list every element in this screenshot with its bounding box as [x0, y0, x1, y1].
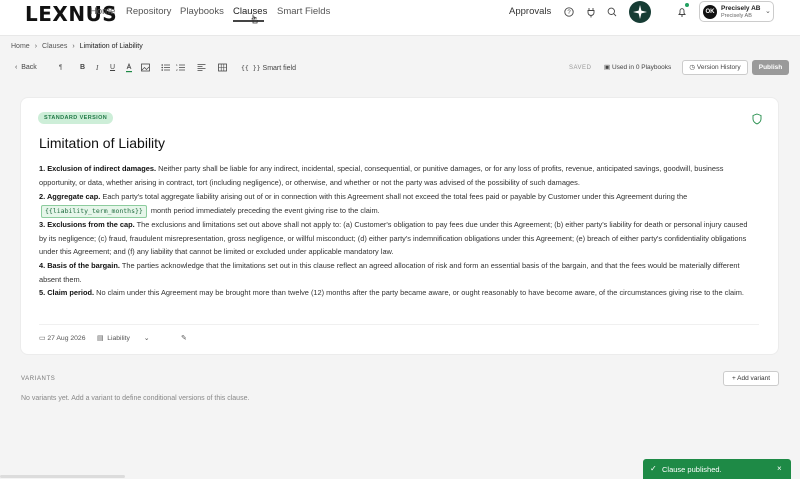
- section-text: Each party's total aggregate liability a…: [100, 192, 688, 202]
- org-name: Precisely AB: [721, 5, 761, 12]
- hand-cursor-icon: [251, 14, 258, 24]
- section-heading: 3. Exclusions from the cap.: [39, 219, 135, 229]
- check-icon: ✓: [650, 464, 657, 473]
- add-variant-button[interactable]: + Add variant: [723, 371, 779, 386]
- calendar-icon: ▭: [39, 335, 46, 342]
- italic-icon[interactable]: I: [96, 63, 98, 73]
- section-heading: 5. Claim period.: [39, 288, 95, 298]
- svg-text:?: ?: [567, 10, 571, 16]
- edit-pencil-icon[interactable]: ✎: [181, 334, 187, 342]
- underline-icon[interactable]: U: [110, 63, 115, 73]
- clause-section: 1. Exclusion of indirect damages. Neithe…: [39, 162, 757, 189]
- table-icon[interactable]: [218, 63, 227, 76]
- chevron-down-icon: ⌄: [143, 335, 150, 342]
- paragraph-style-button[interactable]: ¶: [59, 63, 62, 73]
- close-icon[interactable]: ×: [777, 464, 782, 473]
- clause-date: ▭ 27 Aug 2026: [39, 334, 86, 342]
- nav-playbooks[interactable]: Playbooks: [180, 6, 224, 17]
- section-heading: 1. Exclusion of indirect damages.: [39, 164, 157, 173]
- category-label: Liability: [107, 335, 130, 342]
- plug-icon[interactable]: [585, 6, 597, 18]
- version-history-label: Version History: [696, 64, 741, 71]
- shield-icon[interactable]: [751, 113, 763, 125]
- breadcrumb-home[interactable]: Home: [11, 43, 30, 50]
- section-text: No claim under this Agreement may be bro…: [94, 288, 744, 298]
- section-text: The exclusions and limitations set out a…: [39, 219, 748, 257]
- image-icon[interactable]: [141, 63, 150, 76]
- nav-smart-fields[interactable]: Smart Fields: [277, 6, 330, 17]
- breadcrumb: Home › Clauses › Limitation of Liability: [11, 43, 143, 50]
- publish-button[interactable]: Publish: [752, 60, 789, 75]
- used-in-label: Used in 0 Playbooks: [611, 64, 672, 71]
- sparkle-icon[interactable]: [629, 1, 651, 23]
- tag-icon: ▤: [97, 335, 104, 342]
- svg-text:2: 2: [176, 68, 178, 72]
- editor-toolbar: ‹ Back ¶ B I U 12 {{ }} Smart field SAVE…: [0, 57, 800, 79]
- variants-empty-state: No variants yet. Add a variant to define…: [21, 395, 250, 402]
- clause-section: 2. Aggregate cap. Each party's total agg…: [39, 190, 757, 218]
- saved-status: SAVED: [569, 65, 592, 71]
- clause-section: 4. Basis of the bargain. The parties ack…: [39, 259, 757, 286]
- chevron-right-icon: ›: [34, 43, 38, 50]
- clause-section: 3. Exclusions from the cap. The exclusio…: [39, 218, 757, 259]
- bold-icon[interactable]: B: [80, 63, 85, 73]
- section-heading: 2. Aggregate cap.: [39, 192, 101, 202]
- breadcrumb-current: Limitation of Liability: [79, 43, 143, 50]
- bullet-list-icon[interactable]: [161, 63, 170, 76]
- org-switcher[interactable]: OK Precisely AB Precisely AB ⌄: [699, 1, 774, 22]
- smart-field-label: Smart field: [262, 65, 296, 72]
- bell-icon[interactable]: [676, 6, 688, 18]
- org-sub: Precisely AB: [721, 13, 752, 19]
- numbered-list-icon[interactable]: 12: [176, 63, 185, 76]
- section-text: The parties acknowledge that the limitat…: [39, 260, 740, 284]
- version-badge: STANDARD VERSION: [38, 112, 114, 124]
- nav-approvals[interactable]: Approvals: [509, 6, 551, 17]
- nav-home[interactable]: Home: [90, 6, 115, 17]
- org-avatar: OK: [703, 5, 717, 19]
- smart-field-button[interactable]: {{ }} Smart field: [241, 63, 296, 74]
- section-text: month period immediately preceding the e…: [148, 206, 380, 216]
- braces-icon: {{ }}: [241, 64, 261, 72]
- back-button[interactable]: ‹ Back: [15, 63, 37, 73]
- section-heading: 4. Basis of the bargain.: [39, 260, 120, 270]
- arrow-left-icon: ‹: [15, 64, 18, 71]
- variants-heading: VARIANTS: [21, 376, 56, 382]
- chevron-right-icon: ›: [72, 43, 75, 50]
- help-icon[interactable]: ?: [563, 6, 575, 18]
- clause-meta: ▭ 27 Aug 2026 ▤ Liability ⌄ ✎: [39, 324, 759, 342]
- chevron-updown-icon: ⌄: [765, 8, 771, 15]
- toast-message: Clause published.: [662, 465, 722, 474]
- clock-icon: ◷: [689, 64, 696, 71]
- clause-body[interactable]: 1. Exclusion of indirect damages. Neithe…: [39, 162, 757, 300]
- scroll-indicator: [0, 475, 125, 478]
- date-label: 27 Aug 2026: [47, 335, 86, 342]
- version-history-button[interactable]: ◷ Version History: [682, 60, 748, 75]
- top-nav: LEXNUS Home Repository Playbooks Clauses…: [0, 0, 800, 36]
- back-label: Back: [21, 64, 37, 71]
- notification-dot: [685, 3, 689, 7]
- breadcrumb-clauses[interactable]: Clauses: [42, 43, 67, 50]
- clause-title[interactable]: Limitation of Liability: [39, 135, 165, 151]
- category-select[interactable]: ▤ Liability ⌄: [97, 334, 149, 342]
- clause-card: STANDARD VERSION Limitation of Liability…: [20, 97, 779, 355]
- smart-field-token[interactable]: {{liability_term_months}}: [41, 204, 147, 218]
- book-icon: ▣: [604, 64, 611, 71]
- active-nav-underline: [233, 20, 264, 22]
- search-icon[interactable]: [606, 6, 618, 18]
- highlight-icon[interactable]: [125, 62, 133, 77]
- svg-text:1: 1: [176, 63, 178, 67]
- clause-section: 5. Claim period. No claim under this Agr…: [39, 286, 757, 300]
- toast-notification: ✓ Clause published. ×: [643, 459, 791, 479]
- nav-repository[interactable]: Repository: [126, 6, 171, 17]
- align-left-icon[interactable]: [197, 63, 206, 76]
- used-in-playbooks[interactable]: ▣ Used in 0 Playbooks: [604, 63, 671, 71]
